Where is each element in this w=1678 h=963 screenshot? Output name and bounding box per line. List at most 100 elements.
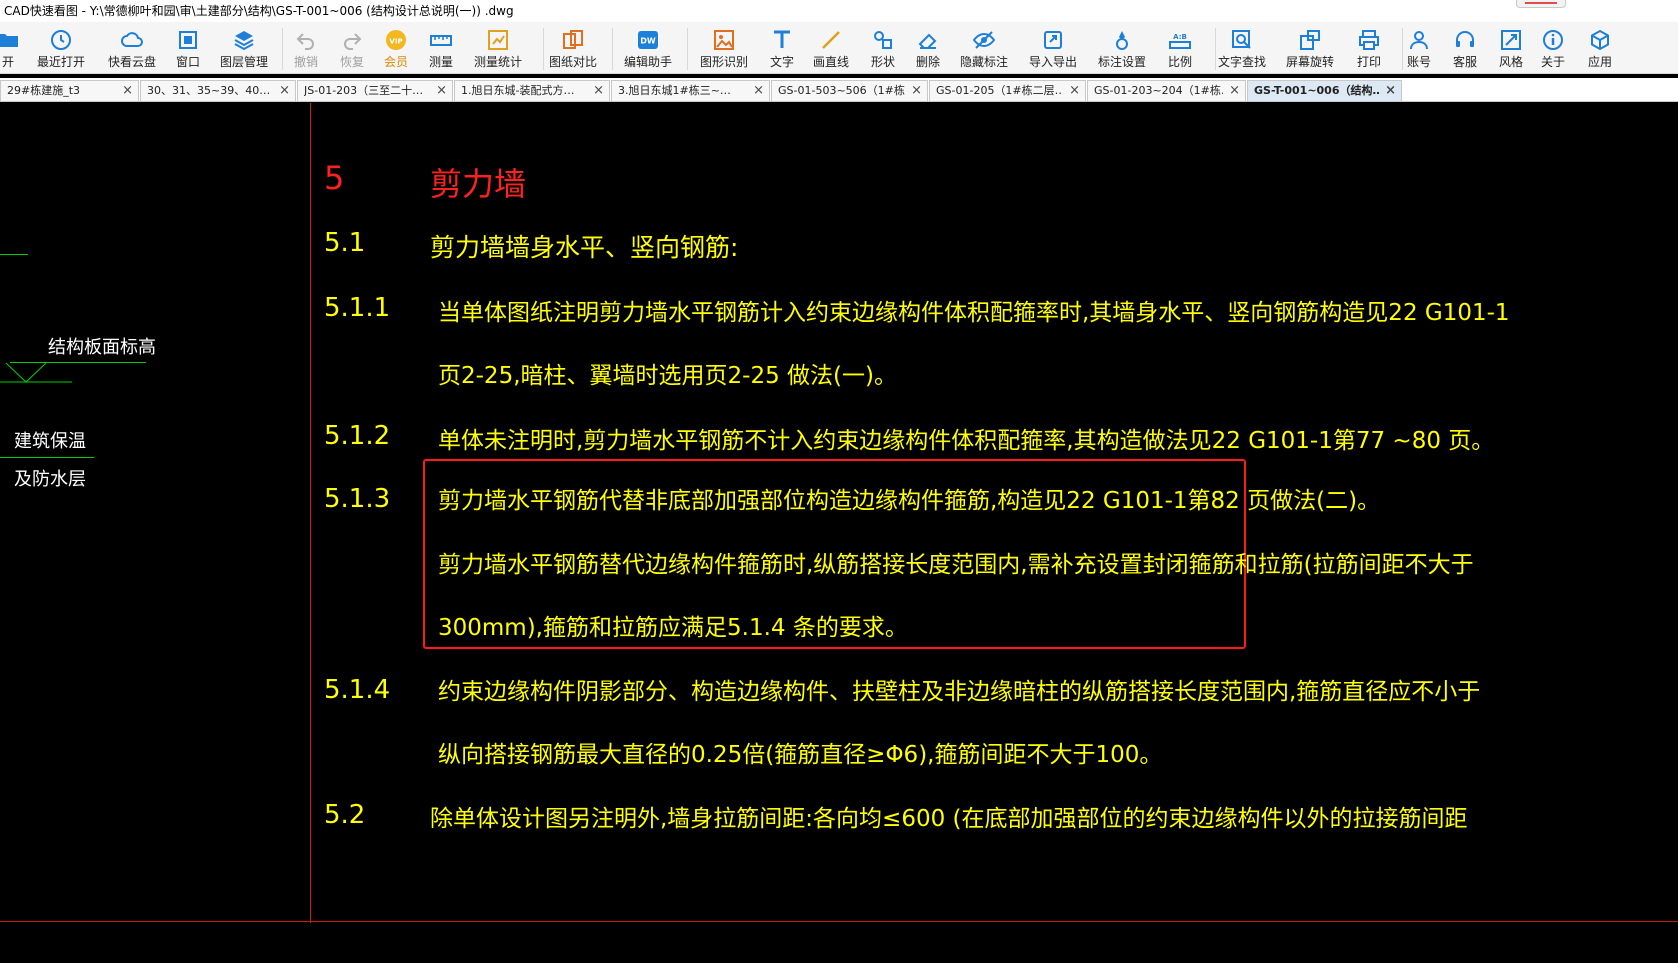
toolbar-button-label: 图纸对比 — [548, 55, 597, 69]
close-icon[interactable]: × — [279, 81, 290, 101]
toolbar-button-label: 比例 — [1167, 55, 1192, 69]
close-icon[interactable]: × — [753, 81, 764, 101]
section-title: 剪力墙 — [430, 165, 527, 203]
headset-icon — [1450, 27, 1480, 53]
document-tab[interactable]: GS-01-503~506（1#栋… × — [771, 80, 928, 101]
toolbar-button-label: 编辑助手 — [623, 55, 672, 69]
toolbar-button-annotation-settings[interactable]: 标注设置 — [1092, 25, 1152, 73]
toolbar-button-label: 删除 — [915, 55, 940, 69]
document-tab-label: 30、31、35~39、40… — [147, 84, 271, 97]
measure-stats-icon — [483, 27, 513, 53]
toolbar-separator — [1402, 28, 1403, 70]
toolbar-button-line[interactable]: 画直线 — [801, 25, 861, 73]
close-icon[interactable]: × — [593, 81, 604, 101]
window-icon — [173, 27, 203, 53]
text-icon — [767, 27, 797, 53]
import-export-icon — [1038, 27, 1068, 53]
item-text: 纵向搭接钢筋最大直径的0.25倍(箍筋直径≥Φ6),箍筋间距不大于100。 — [438, 742, 1163, 768]
close-icon[interactable]: × — [436, 81, 447, 101]
toolbar-button-window[interactable]: 窗口 — [158, 25, 218, 73]
main-toolbar: 开 最近打开 快看云盘 窗口 图层管理 撤销 恢复 VIP 会员 测量 测量统计 图纸对比 DW 编辑助手… — [0, 22, 1678, 74]
toolbar-button-cloud[interactable]: 快看云盘 — [102, 25, 162, 73]
item-text: 剪力墙水平钢筋代替非底部加强部位构造边缘构件箍筋,构造见22 G101-1第82… — [438, 488, 1381, 514]
document-tab[interactable]: 29#栋建施_t3 × — [0, 80, 139, 101]
document-tab[interactable]: 3.旭日东城1#栋三~… × — [611, 80, 770, 101]
item-text: 约束边缘构件阴影部分、构造边缘构件、扶壁柱及非边缘暗柱的纵筋搭接长度范围内,箍筋… — [438, 679, 1481, 705]
toolbar-button-label: 测量 — [428, 55, 453, 69]
toolbar-button-scale[interactable]: A:B 比例 — [1150, 25, 1210, 73]
toolbar-button-recent-clock[interactable]: 最近打开 — [31, 25, 91, 73]
toolbar-button-label: 窗口 — [175, 55, 200, 69]
ruler-icon — [426, 27, 456, 53]
toolbar-button-label: 图层管理 — [219, 55, 268, 69]
note-insulation-2: 及防水层 — [14, 469, 86, 490]
item-number-5-1-3: 5.1.3 — [324, 484, 391, 514]
close-icon[interactable]: × — [122, 81, 133, 101]
level-marker-icon — [0, 362, 72, 383]
printer-icon — [1354, 27, 1384, 53]
toolbar-button-label: 屏幕旋转 — [1285, 55, 1334, 69]
close-icon[interactable]: × — [1229, 81, 1240, 101]
toolbar-button-compare[interactable]: 图纸对比 — [543, 25, 603, 73]
toolbar-button-label: 文字查找 — [1217, 55, 1266, 69]
document-tab[interactable]: 30、31、35~39、40… × — [140, 80, 296, 101]
toolbar-button-hide-eye[interactable]: 隐藏标注 — [954, 25, 1014, 73]
toolbar-button-apps-cube[interactable]: 应用 — [1570, 25, 1630, 73]
section-number: 5 — [324, 159, 345, 197]
drawing-canvas[interactable]: 结构板面标高 建筑保温 及防水层 5 剪力墙 5.1 剪力墙墙身水平、竖向钢筋:… — [0, 103, 1678, 963]
close-icon[interactable]: × — [1069, 81, 1080, 101]
document-tab[interactable]: GS-01-205（1#栋二层… × — [929, 80, 1086, 101]
folder-open-icon — [0, 27, 23, 53]
item-text: 除单体设计图另注明外,墙身拉筋间距:各向均≤600 (在底部加强部位的约束边缘构… — [430, 806, 1468, 832]
frame-vertical-line — [310, 103, 311, 923]
toolbar-button-label: 图形识别 — [699, 55, 748, 69]
document-tab-bar: 29#栋建施_t3 × 30、31、35~39、40… × JS-01-203（三至二十… — [0, 78, 1678, 102]
item-number-5-1-2: 5.1.2 — [324, 421, 391, 451]
toolbar-button-label: 应用 — [1587, 55, 1612, 69]
toolbar-button-ruler[interactable]: 测量 — [411, 25, 471, 73]
document-tab[interactable]: JS-01-203（三至二十… × — [297, 80, 453, 101]
document-tab-label: GS-01-203~204（1#栋… — [1094, 84, 1223, 97]
document-tab-label: GS-01-503~506（1#栋… — [778, 84, 905, 97]
document-tab[interactable]: GS-01-203~204（1#栋… × — [1087, 80, 1246, 101]
info-icon — [1538, 27, 1568, 53]
item-text: 页2-25,暗柱、翼墙时选用页2-25 做法(一)。 — [438, 363, 897, 389]
close-icon[interactable]: × — [1385, 81, 1396, 101]
item-text: 剪力墙水平钢筋替代边缘构件箍筋时,纵筋搭接长度范围内,需补充设置封闭箍筋和拉筋(… — [438, 552, 1474, 578]
layers-icon — [229, 27, 259, 53]
toolbar-separator — [687, 28, 688, 70]
toolbar-button-text-search[interactable]: 文字查找 — [1212, 25, 1272, 73]
apps-cube-icon — [1585, 27, 1615, 53]
svg-text:A:B: A:B — [1173, 33, 1187, 41]
window-title: CAD快速看图 - Y:\常德柳叶和园\审\土建部分\结构\GS-T-001~0… — [4, 4, 514, 18]
recent-clock-icon — [46, 27, 76, 53]
toolbar-button-label: 标注设置 — [1097, 55, 1146, 69]
svg-text:DW: DW — [640, 37, 656, 46]
toolbar-separator — [1215, 28, 1216, 70]
toolbar-button-rotate-screen[interactable]: 屏幕旋转 — [1280, 25, 1340, 73]
compare-icon — [558, 27, 588, 53]
leader-line-insulation — [0, 457, 94, 458]
toolbar-button-label: 开 — [1, 55, 14, 69]
toolbar-button-label: 最近打开 — [36, 55, 85, 69]
document-tab[interactable]: GS-T-001~006（结构… × — [1247, 80, 1402, 101]
toolbar-button-measure-stats[interactable]: 测量统计 — [468, 25, 528, 73]
item-number-5-1-1: 5.1.1 — [324, 293, 391, 323]
toolbar-button-layers[interactable]: 图层管理 — [214, 25, 274, 73]
toolbar-button-label: 恢复 — [339, 55, 364, 69]
leader-line — [0, 254, 28, 255]
toolbar-button-import-export[interactable]: 导入导出 — [1023, 25, 1083, 73]
line-icon — [816, 27, 846, 53]
toolbar-button-label: 导入导出 — [1028, 55, 1077, 69]
toolbar-button-label: 会员 — [383, 55, 408, 69]
document-tab[interactable]: 1.旭日东城-装配式方… × — [454, 80, 610, 101]
window-close-hint[interactable] — [1516, 0, 1566, 8]
document-tab-label: JS-01-203（三至二十… — [304, 84, 424, 97]
toolbar-button-label: 测量统计 — [473, 55, 522, 69]
toolbar-button-shape-recognition[interactable]: 图形识别 — [694, 25, 754, 73]
toolbar-button-eraser[interactable]: 删除 — [898, 25, 958, 73]
close-icon[interactable]: × — [911, 81, 922, 101]
toolbar-button-edit-assistant[interactable]: DW 编辑助手 — [618, 25, 678, 73]
toolbar-button-label: 关于 — [1540, 55, 1565, 69]
eraser-icon — [913, 27, 943, 53]
